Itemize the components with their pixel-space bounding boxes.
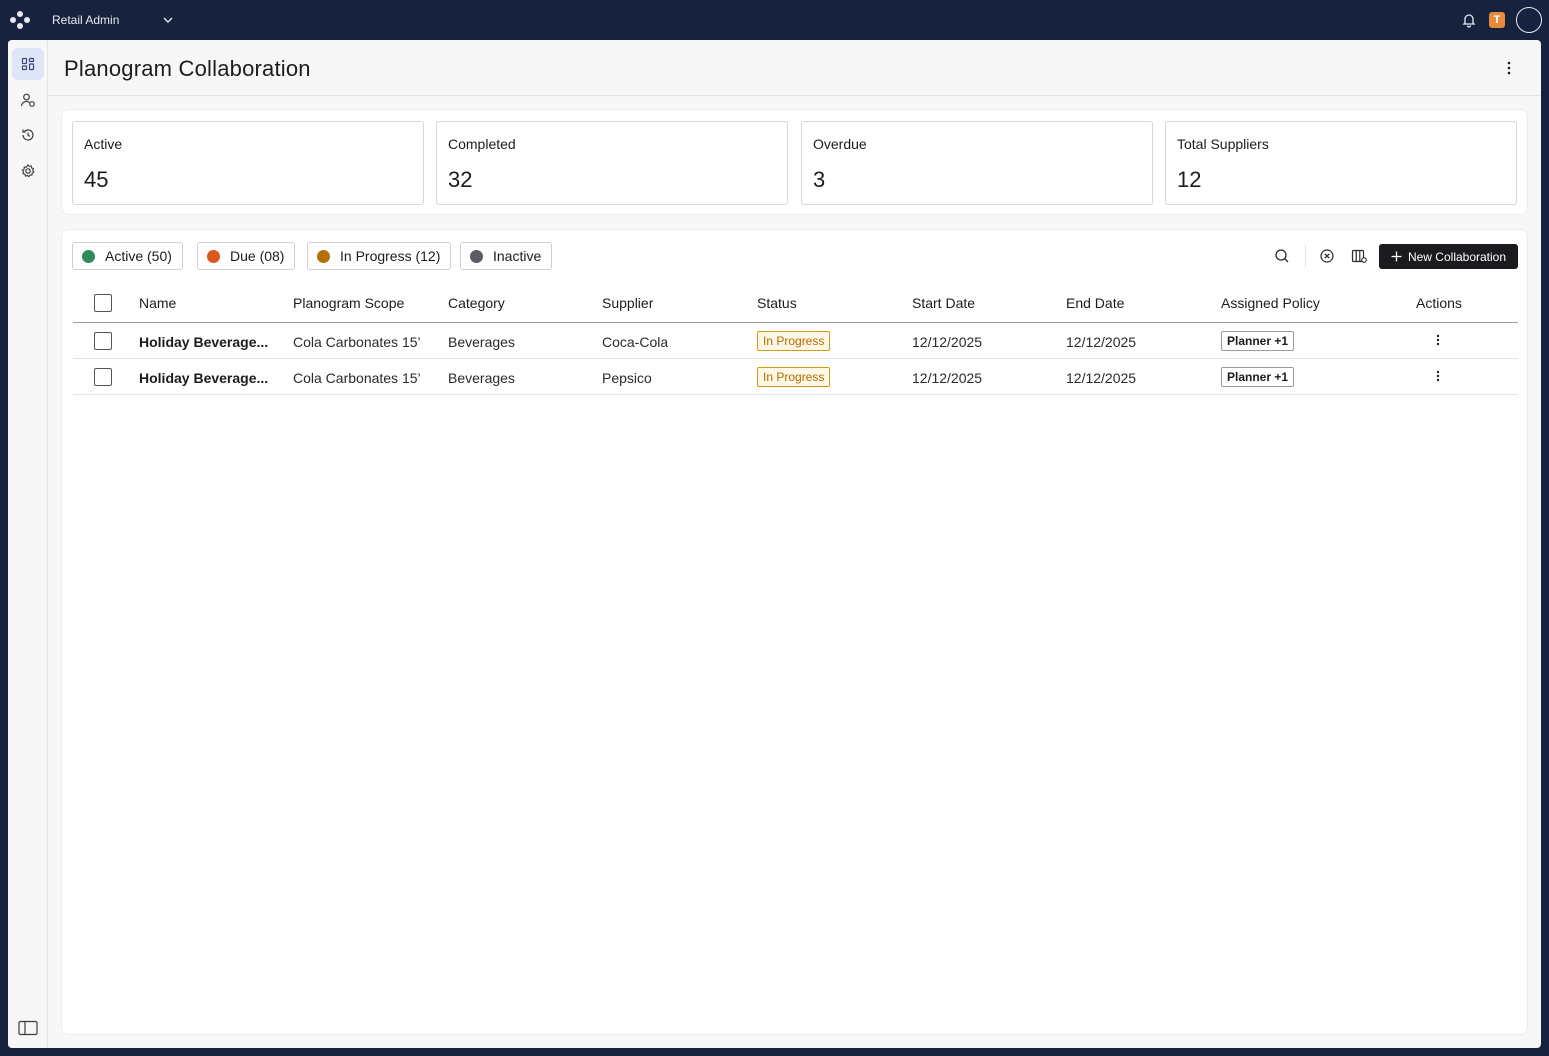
history-icon [22,129,34,141]
row-divider [73,358,1518,359]
status-dot [82,249,95,263]
column-header-category[interactable]: Category [448,295,505,311]
row-divider [73,394,1518,395]
bell-icon[interactable] [1461,12,1477,28]
filter-chip-inactive[interactable]: Inactive [460,242,553,270]
sidebar-item-users[interactable] [12,84,44,116]
status-dot [470,249,483,263]
row-checkbox[interactable] [94,368,112,386]
column-header-status[interactable]: Status [757,295,797,311]
stat-card-active: Active 45 [72,121,424,205]
status-badge: In Progress [757,331,831,351]
row-supplier: Coca-Cola [602,334,669,350]
filter-chip-label: Inactive [493,248,542,264]
row-checkbox[interactable] [94,332,112,350]
column-header-assigned-policy[interactable]: Assigned Policy [1221,295,1320,311]
status-dot [207,249,220,263]
title-divider [48,95,1541,96]
column-header-actions: Actions [1416,295,1462,311]
stat-value: 45 [84,167,109,192]
row-name[interactable]: Holiday Beverage... [139,370,268,386]
new-collaboration-label: New Collaboration [1407,249,1507,264]
stat-value: 32 [448,167,473,192]
dashboard-icon [21,57,35,71]
row-actions-icon[interactable] [1431,332,1445,348]
app-logo-icon[interactable] [9,9,31,31]
policy-badge[interactable]: Planner +1 [1221,367,1295,387]
select-all-checkbox[interactable] [94,294,112,312]
row-category: Beverages [448,334,515,350]
row-actions-icon[interactable] [1431,368,1445,384]
row-end-date: 12/12/2025 [1066,370,1137,386]
plus-icon [1391,251,1402,262]
stat-card-completed: Completed 32 [436,121,788,205]
table-header-divider [73,322,1518,323]
filter-chip-label: Active (50) [105,248,172,264]
stat-label: Active [84,136,123,152]
stat-card-total-suppliers: Total Suppliers 12 [1165,121,1517,205]
column-header-name[interactable]: Name [139,295,176,311]
row-start-date: 12/12/2025 [912,334,983,350]
clear-filters-icon[interactable] [1318,247,1336,265]
stat-value: 12 [1177,167,1202,192]
filter-chip-in-progress[interactable]: In Progress (12) [307,242,452,270]
sidebar-collapse-icon[interactable] [18,1020,38,1036]
status-badge: In Progress [757,367,831,387]
column-header-planogram-scope[interactable]: Planogram Scope [293,295,404,311]
column-header-supplier[interactable]: Supplier [602,295,653,311]
row-category: Beverages [448,370,515,386]
filter-chip-label: Due (08) [230,248,285,264]
row-start-date: 12/12/2025 [912,370,983,386]
row-scope: Cola Carbonates 15’ [293,370,421,386]
filter-chip-label: In Progress (12) [340,248,441,264]
page-more-icon[interactable] [1499,58,1519,78]
search-icon[interactable] [1273,247,1291,265]
gear-icon [21,164,35,178]
stats-panel: Active 45 Completed 32 Overdue 3 Total S… [61,109,1528,215]
row-end-date: 12/12/2025 [1066,334,1137,350]
column-header-start-date[interactable]: Start Date [912,295,975,311]
stat-value: 3 [813,167,826,192]
row-name[interactable]: Holiday Beverage... [139,334,268,350]
stat-label: Total Suppliers [1177,136,1269,152]
top-bar: Retail Admin T [0,0,1549,40]
stat-label: Completed [448,136,516,152]
status-dot [317,249,330,263]
column-settings-icon[interactable] [1350,247,1368,265]
column-header-end-date[interactable]: End Date [1066,295,1124,311]
sidebar-rail [8,40,48,1048]
policy-badge[interactable]: Planner +1 [1221,331,1295,351]
user-initial-badge[interactable]: T [1489,12,1505,28]
new-collaboration-button[interactable]: New Collaboration [1379,244,1518,269]
sidebar-item-settings[interactable] [12,155,44,187]
collaborations-table-panel: Active (50) Due (08) In Progress (12) In… [61,229,1528,1035]
toolbar-divider [1305,245,1306,267]
stat-label: Overdue [813,136,867,152]
row-supplier: Pepsico [602,370,652,386]
users-settings-icon [20,93,35,107]
stat-card-overdue: Overdue 3 [801,121,1153,205]
sidebar-item-history[interactable] [12,119,44,151]
sidebar-item-dashboard[interactable] [12,48,44,80]
chevron-down-icon[interactable] [161,13,175,27]
org-switcher-label[interactable]: Retail Admin [52,13,119,27]
page-title: Planogram Collaboration [64,56,311,81]
filter-chip-active[interactable]: Active (50) [72,242,183,270]
avatar[interactable] [1516,7,1542,33]
app-frame: Planogram Collaboration Active 45 Comple… [8,40,1541,1048]
filter-chip-due[interactable]: Due (08) [197,242,296,270]
row-scope: Cola Carbonates 15’ [293,334,421,350]
